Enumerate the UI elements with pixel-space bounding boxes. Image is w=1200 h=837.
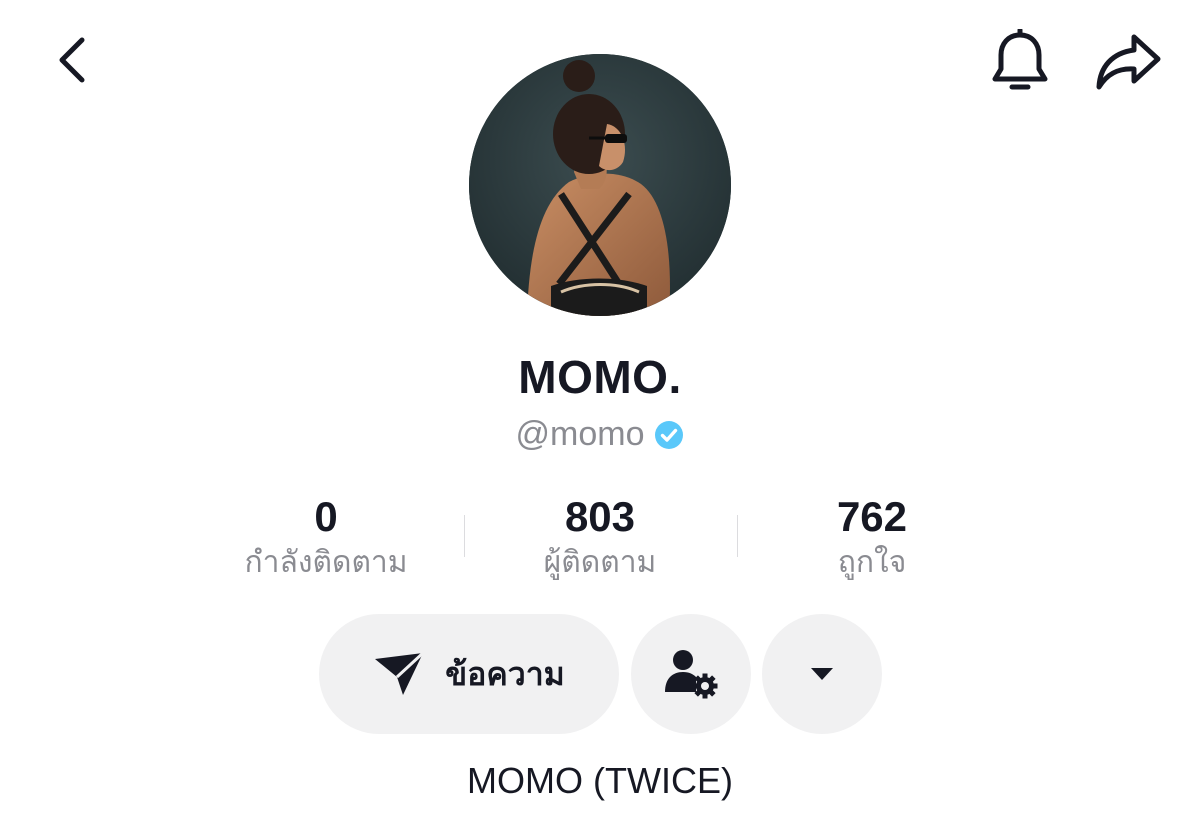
share-button[interactable] xyxy=(1088,26,1168,98)
message-button[interactable]: ข้อความ xyxy=(319,614,619,734)
profile-bio: MOMO (TWICE) xyxy=(467,760,733,801)
stat-value: 762 xyxy=(836,493,908,540)
profile-avatar[interactable] xyxy=(469,54,731,316)
send-icon xyxy=(375,651,425,695)
username-handle: @momo xyxy=(515,415,645,453)
stat-label: กำลังติดตาม xyxy=(244,545,408,580)
notification-button[interactable] xyxy=(982,24,1058,100)
share-arrow-icon xyxy=(1096,34,1161,90)
avatar-illustration xyxy=(469,54,731,316)
handle-row: @momo xyxy=(0,415,1200,454)
stat-divider xyxy=(464,515,465,557)
stat-value: 803 xyxy=(564,493,636,540)
caret-down-icon xyxy=(811,668,833,680)
verified-badge-icon xyxy=(654,420,684,450)
back-button[interactable] xyxy=(40,28,104,92)
stat-followers[interactable]: 803 ผู้ติดตาม xyxy=(500,493,700,585)
stat-divider xyxy=(737,515,738,557)
stat-label: ถูกใจ xyxy=(837,545,907,580)
more-options-button[interactable] xyxy=(762,614,882,734)
chevron-left-icon xyxy=(59,37,85,83)
stat-following[interactable]: 0 กำลังติดตาม xyxy=(226,493,426,585)
user-gear-icon xyxy=(665,650,718,699)
stat-value: 0 xyxy=(314,493,338,540)
stat-likes[interactable]: 762 ถูกใจ xyxy=(772,493,972,585)
message-button-label: ข้อความ xyxy=(445,654,565,693)
stat-label: ผู้ติดตาม xyxy=(543,545,657,580)
bell-icon xyxy=(992,29,1048,90)
display-name: MOMO. xyxy=(518,351,682,403)
add-friend-button[interactable] xyxy=(631,614,751,734)
